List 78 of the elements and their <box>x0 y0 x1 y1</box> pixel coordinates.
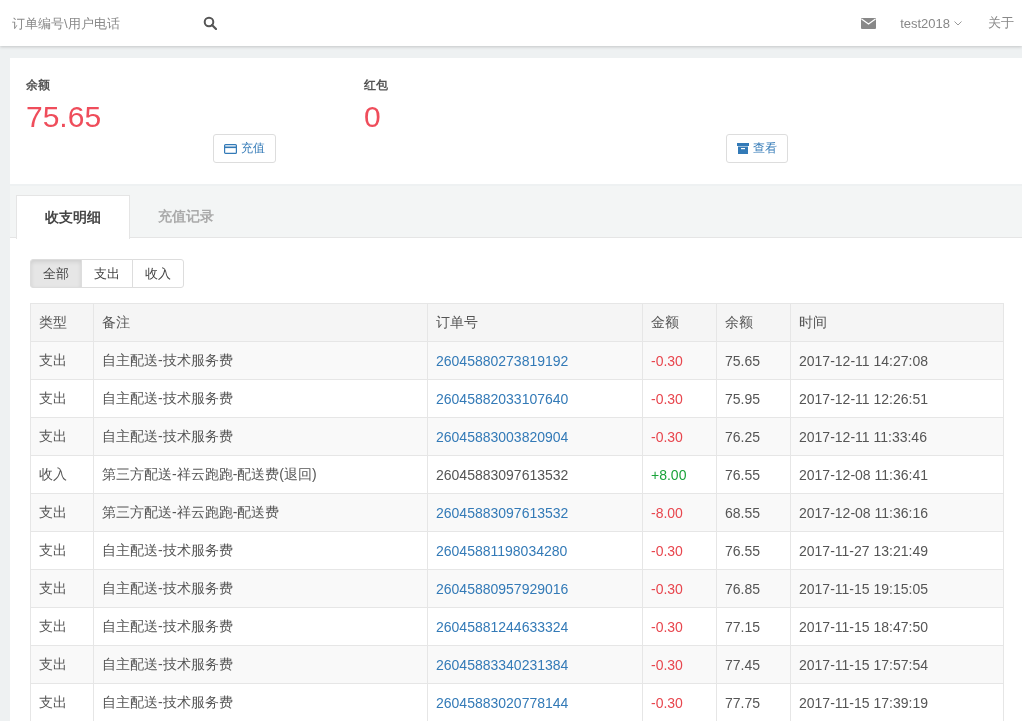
column-header: 订单号 <box>427 303 643 342</box>
table-cell: 75.95 <box>716 379 791 418</box>
table-cell: 75.65 <box>716 341 791 380</box>
action-button[interactable]: 充值 <box>213 134 276 163</box>
table-cell: 76.55 <box>716 531 791 570</box>
table-cell: 自主配送-技术服务费 <box>93 341 428 380</box>
table-cell: 自主配送-技术服务费 <box>93 607 428 646</box>
table-cell: 支出 <box>30 379 94 418</box>
envelope-icon[interactable] <box>861 17 877 29</box>
filter-button[interactable]: 支出 <box>81 259 133 288</box>
table-cell: 支出 <box>30 531 94 570</box>
column-header: 余额 <box>716 303 791 342</box>
table-cell: 自主配送-技术服务费 <box>93 569 428 608</box>
table-cell: 支出 <box>30 417 94 456</box>
box-icon <box>737 143 749 154</box>
stat-label: 余额 <box>26 77 51 94</box>
table-cell: 支出 <box>30 569 94 608</box>
amount-cell: -0.30 <box>642 379 717 418</box>
table-cell: 收入 <box>30 455 94 494</box>
tab[interactable]: 收支明细 <box>16 195 130 239</box>
table-cell: 76.55 <box>716 455 791 494</box>
table-cell: 26045883097613532 <box>427 455 643 494</box>
table-cell: 支出 <box>30 607 94 646</box>
table-cell: 第三方配送-祥云跑跑-配送费 <box>93 493 428 532</box>
stat-label: 红包 <box>364 77 389 94</box>
table-cell: 2017-11-15 18:47:50 <box>790 607 1004 646</box>
amount-cell: -0.30 <box>642 569 717 608</box>
order-link[interactable]: 26045883003820904 <box>427 417 643 456</box>
column-header: 备注 <box>93 303 428 342</box>
order-link[interactable]: 26045881244633324 <box>427 607 643 646</box>
amount-cell: -8.00 <box>642 493 717 532</box>
user-menu[interactable]: test2018 <box>900 15 962 31</box>
table-cell: 76.25 <box>716 417 791 456</box>
order-link[interactable]: 26045883097613532 <box>427 493 643 532</box>
filter-button[interactable]: 全部 <box>30 259 82 288</box>
table-cell: 2017-11-15 19:15:05 <box>790 569 1004 608</box>
amount-cell: -0.30 <box>642 531 717 570</box>
table-cell: 第三方配送-祥云跑跑-配送费(退回) <box>93 455 428 494</box>
search-icon[interactable] <box>203 16 217 30</box>
column-header: 时间 <box>790 303 1004 342</box>
table-cell: 2017-12-11 12:26:51 <box>790 379 1004 418</box>
table-cell: 2017-12-11 14:27:08 <box>790 341 1004 380</box>
filter-button[interactable]: 收入 <box>132 259 184 288</box>
order-link[interactable]: 26045880957929016 <box>427 569 643 608</box>
column-header: 类型 <box>30 303 94 342</box>
table-cell: 自主配送-技术服务费 <box>93 417 428 456</box>
stat-value: 0 <box>364 100 382 134</box>
order-link[interactable]: 26045883340231384 <box>427 645 643 684</box>
table-cell: 2017-12-11 11:33:46 <box>790 417 1004 456</box>
amount-cell: -0.30 <box>642 417 717 456</box>
column-header: 金额 <box>642 303 717 342</box>
table-cell: 2017-11-15 17:57:54 <box>790 645 1004 684</box>
table-cell: 77.15 <box>716 607 791 646</box>
table-cell: 2017-12-08 11:36:16 <box>790 493 1004 532</box>
stat-value: 75.65 <box>26 100 103 134</box>
table-cell: 76.85 <box>716 569 791 608</box>
order-link[interactable]: 26045881198034280 <box>427 531 643 570</box>
amount-cell: +8.00 <box>642 455 717 494</box>
order-link[interactable]: 26045882033107640 <box>427 379 643 418</box>
table-cell: 支出 <box>30 683 94 721</box>
table-cell: 支出 <box>30 493 94 532</box>
about-link[interactable]: 关于 <box>988 14 1014 32</box>
table-cell: 2017-12-08 11:36:41 <box>790 455 1004 494</box>
amount-cell: -0.30 <box>642 341 717 380</box>
table-cell: 支出 <box>30 645 94 684</box>
table-cell: 68.55 <box>716 493 791 532</box>
amount-cell: -0.30 <box>642 607 717 646</box>
table-cell: 自主配送-技术服务费 <box>93 531 428 570</box>
chevron-down-icon <box>954 20 962 26</box>
table-cell: 2017-11-27 13:21:49 <box>790 531 1004 570</box>
table-cell: 自主配送-技术服务费 <box>93 379 428 418</box>
amount-cell: -0.30 <box>642 645 717 684</box>
table-cell: 77.45 <box>716 645 791 684</box>
card-icon <box>224 143 237 154</box>
table-cell: 支出 <box>30 341 94 380</box>
action-button[interactable]: 查看 <box>726 134 788 163</box>
order-link[interactable]: 26045880273819192 <box>427 341 643 380</box>
table-cell: 自主配送-技术服务费 <box>93 645 428 684</box>
